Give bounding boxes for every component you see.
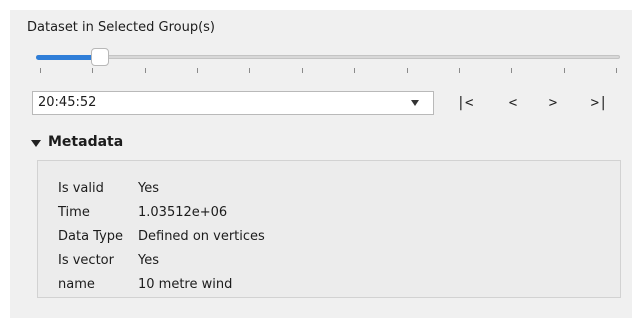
first-button[interactable]: |< (454, 91, 476, 115)
slider-tick (407, 68, 408, 73)
previous-button[interactable]: < (505, 91, 521, 115)
slider-tick (511, 68, 512, 73)
slider-tick (616, 68, 617, 73)
slider-track[interactable] (36, 55, 620, 59)
slider-tick (249, 68, 250, 73)
slider-tick (354, 68, 355, 73)
slider-tick (92, 68, 93, 73)
slider-tick (459, 68, 460, 73)
slider-tick (197, 68, 198, 73)
slider-tick (564, 68, 565, 73)
next-button[interactable]: > (545, 91, 561, 115)
metadata-key: Is vector (58, 253, 114, 268)
metadata-key: Data Type (58, 229, 124, 244)
metadata-key: Is valid (58, 181, 104, 196)
metadata-box: Is valid Yes Time 1.03512e+06 Data Type … (37, 160, 621, 298)
last-button[interactable]: >| (588, 91, 610, 115)
metadata-value: Yes (138, 181, 159, 196)
slider-tick (40, 68, 41, 73)
slider-tick (145, 68, 146, 73)
metadata-key: Time (58, 205, 90, 220)
chevron-down-icon[interactable] (411, 100, 419, 106)
metadata-title: Metadata (48, 134, 124, 150)
metadata-value: 1.03512e+06 (138, 205, 228, 220)
metadata-value: Yes (138, 253, 159, 268)
slider-ticks (36, 68, 620, 73)
collapse-arrow-icon[interactable] (31, 140, 41, 147)
time-combo[interactable]: 20:45:52 (32, 91, 434, 115)
slider-tick (302, 68, 303, 73)
time-value: 20:45:52 (38, 95, 97, 110)
dataset-slider[interactable] (36, 47, 620, 73)
metadata-value: Defined on vertices (138, 229, 265, 244)
metadata-key: name (58, 277, 95, 292)
group-title: Dataset in Selected Group(s) (27, 20, 216, 35)
slider-handle[interactable] (91, 48, 109, 66)
metadata-value: 10 metre wind (138, 277, 233, 292)
